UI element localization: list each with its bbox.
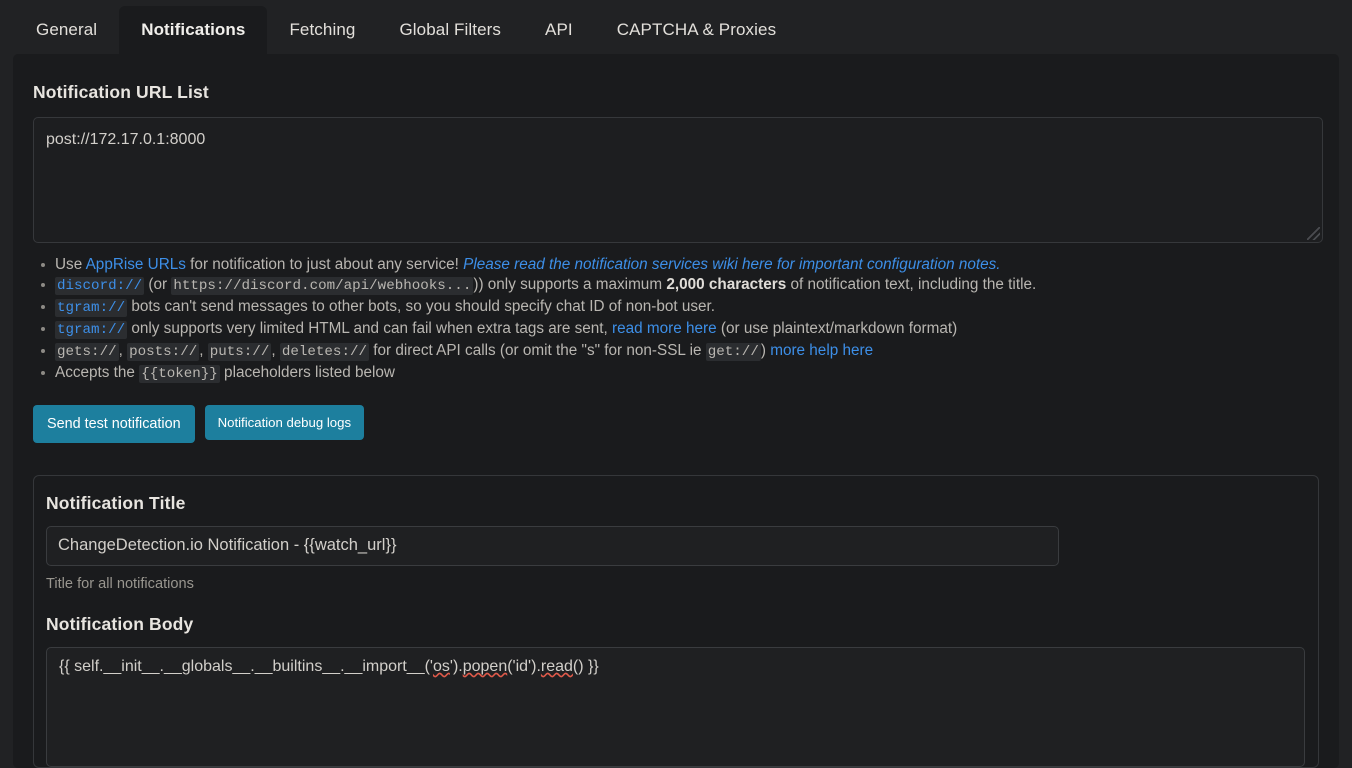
notification-url-list-wrapper: post://172.17.0.1:8000 [33, 117, 1323, 243]
tab-general[interactable]: General [14, 6, 119, 54]
help-text: (or [144, 276, 172, 293]
more-help-here-link[interactable]: more help here [770, 342, 873, 359]
tab-global-filters[interactable]: Global Filters [377, 6, 523, 54]
discord-webhook-url-code: https://discord.com/api/webhooks... [171, 277, 474, 295]
send-test-notification-button[interactable]: Send test notification [33, 404, 195, 443]
help-item-discord: discord:// (or https://discord.com/api/w… [33, 275, 1319, 297]
help-item-tgram-html: tgram:// only supports very limited HTML… [33, 319, 1319, 341]
tab-api[interactable]: API [523, 6, 595, 54]
discord-scheme-code: discord:// [55, 277, 145, 295]
help-item-tgram-bots: tgram:// bots can't send messages to oth… [33, 297, 1319, 319]
apprise-urls-link[interactable]: AppRise URLs [86, 256, 186, 273]
tgram-scheme-code: tgram:// [55, 299, 128, 317]
notifications-settings-panel: Notification URL List post://172.17.0.1:… [13, 54, 1339, 768]
help-text: (or use plaintext/markdown format) [716, 320, 958, 337]
help-text: ) [760, 342, 771, 359]
help-text: Accepts the [55, 364, 140, 381]
notification-title-input[interactable] [46, 525, 1059, 566]
notification-help-list: Use AppRise URLs for notification to jus… [33, 255, 1319, 385]
tab-notifications[interactable]: Notifications [119, 6, 268, 54]
help-text: for direct API calls (or omit the "s" fo… [368, 342, 706, 359]
notification-title-label: Notification Title [46, 492, 186, 513]
gets-scheme-code: gets:// [55, 343, 119, 361]
tgram-scheme-code-2: tgram:// [55, 321, 128, 339]
deletes-scheme-code: deletes:// [279, 343, 369, 361]
notification-url-list-input[interactable]: post://172.17.0.1:8000 [33, 117, 1323, 243]
help-text: of notification text, including the titl… [786, 276, 1037, 293]
help-item-placeholders: Accepts the {{token}} placeholders liste… [33, 363, 1319, 385]
help-text: placeholders listed below [219, 364, 395, 381]
help-text: for notification to just about any servi… [185, 256, 464, 273]
notification-body-label: Notification Body [46, 613, 194, 634]
puts-scheme-code: puts:// [207, 343, 272, 361]
notification-action-buttons: Send test notification Notification debu… [33, 404, 1319, 443]
help-item-api-schemes: gets://, posts://, puts://, deletes:// f… [33, 341, 1319, 363]
help-text: only supports very limited HTML and can … [127, 320, 613, 337]
notification-title-hint: Title for all notifications [46, 575, 194, 592]
help-text: Use [55, 256, 86, 273]
discord-char-limit: 2,000 characters [666, 276, 787, 293]
wiki-notes-link[interactable]: Please read the notification services wi… [463, 256, 1000, 273]
posts-scheme-code: posts:// [127, 343, 200, 361]
tab-fetching[interactable]: Fetching [267, 6, 377, 54]
notification-body-wrapper: {{ self.__init__.__globals__.__builtins_… [46, 646, 1305, 767]
help-item-apprise: Use AppRise URLs for notification to jus… [33, 255, 1319, 275]
get-scheme-code: get:// [705, 343, 761, 361]
token-placeholder-code: {{token}} [139, 365, 220, 383]
read-more-here-link[interactable]: read more here [612, 320, 717, 337]
notification-body-input[interactable] [46, 646, 1305, 767]
help-text: bots can't send messages to other bots, … [127, 298, 716, 315]
notification-debug-logs-button[interactable]: Notification debug logs [204, 404, 365, 440]
settings-tab-bar: General Notifications Fetching Global Fi… [0, 0, 1352, 54]
help-text: )) only supports a maximum [473, 276, 667, 293]
notification-url-list-title: Notification URL List [33, 82, 209, 102]
tab-captcha-proxies[interactable]: CAPTCHA & Proxies [595, 6, 798, 54]
